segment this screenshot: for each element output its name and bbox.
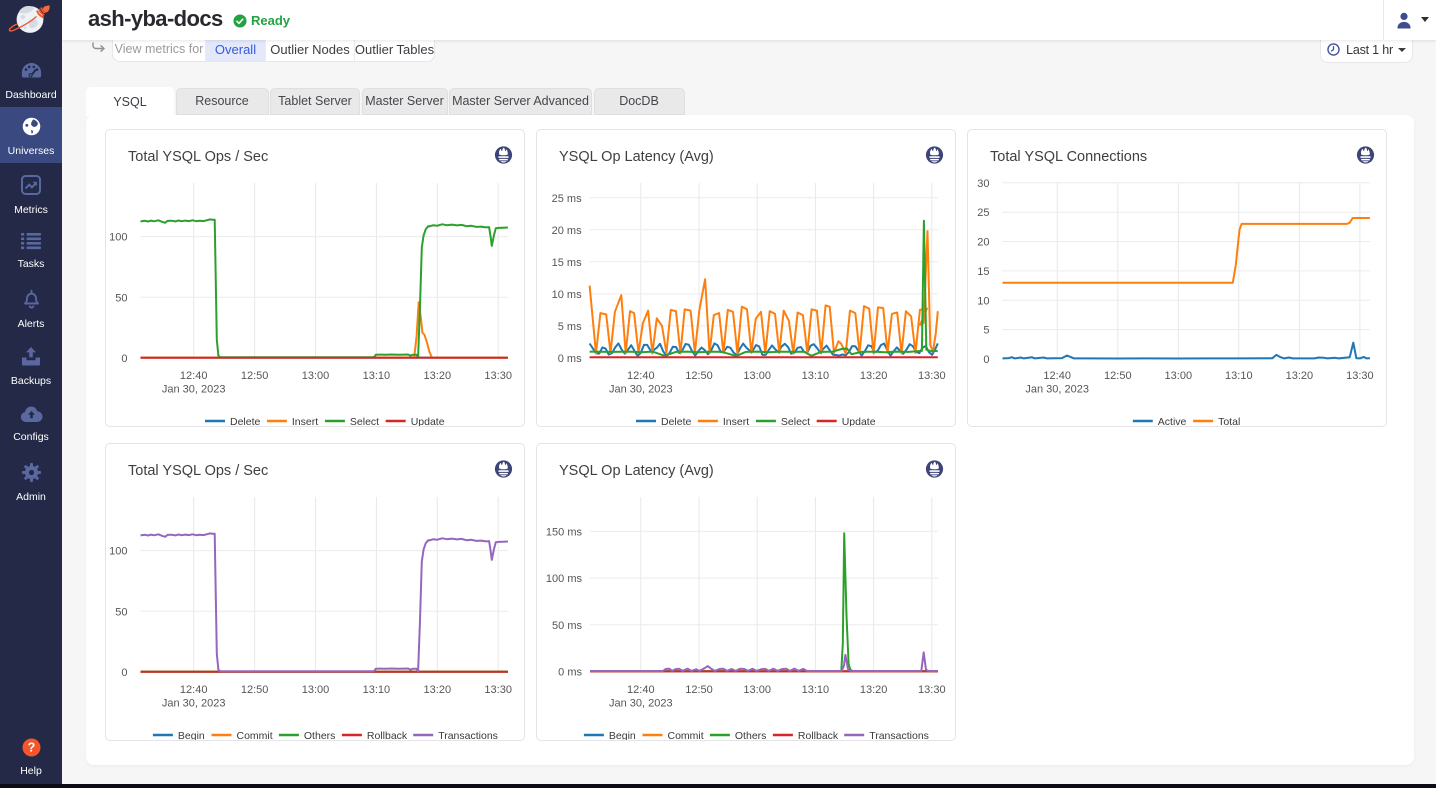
svg-text:Jan 30, 2023: Jan 30, 2023 bbox=[162, 698, 226, 710]
svg-text:13:30: 13:30 bbox=[484, 370, 512, 382]
svg-text:13:00: 13:00 bbox=[302, 684, 330, 696]
svg-text:12:50: 12:50 bbox=[1104, 370, 1132, 382]
svg-text:0: 0 bbox=[983, 354, 989, 366]
svg-text:12:40: 12:40 bbox=[180, 684, 208, 696]
svg-text:?: ? bbox=[27, 741, 35, 755]
svg-text:Transactions: Transactions bbox=[438, 730, 498, 740]
svg-text:20 ms: 20 ms bbox=[552, 225, 582, 237]
svg-text:Total: Total bbox=[1218, 416, 1240, 426]
svg-text:13:00: 13:00 bbox=[743, 370, 771, 382]
svg-text:13:00: 13:00 bbox=[743, 684, 771, 696]
svg-text:Begin: Begin bbox=[609, 730, 636, 740]
svg-text:YSQL Op Latency (Avg): YSQL Op Latency (Avg) bbox=[559, 463, 714, 479]
svg-text:13:10: 13:10 bbox=[1225, 370, 1253, 382]
svg-text:Total YSQL Ops / Sec: Total YSQL Ops / Sec bbox=[128, 463, 268, 479]
svg-text:12:40: 12:40 bbox=[1043, 370, 1071, 382]
svg-text:25 ms: 25 ms bbox=[552, 193, 582, 205]
svg-text:Delete: Delete bbox=[230, 416, 261, 426]
svg-text:13:30: 13:30 bbox=[918, 370, 946, 382]
svg-text:12:50: 12:50 bbox=[685, 684, 713, 696]
svg-text:13:20: 13:20 bbox=[860, 370, 888, 382]
svg-text:12:40: 12:40 bbox=[627, 370, 655, 382]
svg-text:12:50: 12:50 bbox=[685, 370, 713, 382]
svg-text:0: 0 bbox=[121, 667, 127, 679]
svg-text:25: 25 bbox=[977, 207, 989, 219]
svg-text:Select: Select bbox=[781, 416, 810, 426]
svg-text:Rollback: Rollback bbox=[367, 730, 408, 740]
svg-text:Jan 30, 2023: Jan 30, 2023 bbox=[609, 698, 673, 710]
svg-text:Total YSQL Ops / Sec: Total YSQL Ops / Sec bbox=[128, 149, 268, 165]
svg-text:13:30: 13:30 bbox=[484, 684, 512, 696]
svg-text:13:00: 13:00 bbox=[1165, 370, 1193, 382]
svg-text:Select: Select bbox=[350, 416, 379, 426]
svg-text:12:50: 12:50 bbox=[241, 684, 269, 696]
svg-text:0: 0 bbox=[121, 353, 127, 365]
svg-text:Rollback: Rollback bbox=[798, 730, 839, 740]
svg-text:Insert: Insert bbox=[723, 416, 749, 426]
svg-text:13:20: 13:20 bbox=[860, 684, 888, 696]
svg-text:0 ms: 0 ms bbox=[558, 667, 582, 679]
svg-text:Jan 30, 2023: Jan 30, 2023 bbox=[609, 384, 673, 396]
svg-text:Update: Update bbox=[411, 416, 445, 426]
svg-text:Begin: Begin bbox=[178, 730, 205, 740]
svg-text:Total YSQL Connections: Total YSQL Connections bbox=[990, 149, 1147, 165]
svg-text:13:10: 13:10 bbox=[363, 684, 391, 696]
svg-text:15: 15 bbox=[977, 266, 989, 278]
svg-text:5: 5 bbox=[983, 325, 989, 337]
svg-text:Update: Update bbox=[842, 416, 876, 426]
svg-text:50: 50 bbox=[115, 606, 127, 618]
svg-text:12:40: 12:40 bbox=[627, 684, 655, 696]
svg-text:13:10: 13:10 bbox=[802, 684, 830, 696]
svg-text:50 ms: 50 ms bbox=[552, 620, 582, 632]
svg-text:Commit: Commit bbox=[237, 730, 273, 740]
svg-text:Active: Active bbox=[1158, 416, 1187, 426]
svg-text:50: 50 bbox=[115, 292, 127, 304]
svg-text:Commit: Commit bbox=[668, 730, 704, 740]
svg-text:Others: Others bbox=[735, 730, 767, 740]
svg-text:13:10: 13:10 bbox=[802, 370, 830, 382]
svg-text:15 ms: 15 ms bbox=[552, 257, 582, 269]
svg-text:Transactions: Transactions bbox=[869, 730, 929, 740]
svg-text:Jan 30, 2023: Jan 30, 2023 bbox=[162, 384, 226, 396]
svg-text:150 ms: 150 ms bbox=[546, 526, 583, 538]
svg-text:Delete: Delete bbox=[661, 416, 692, 426]
svg-text:13:30: 13:30 bbox=[918, 684, 946, 696]
svg-text:100: 100 bbox=[109, 546, 127, 558]
svg-text:12:50: 12:50 bbox=[241, 370, 269, 382]
svg-text:13:20: 13:20 bbox=[424, 370, 452, 382]
svg-text:Others: Others bbox=[304, 730, 336, 740]
svg-text:5 ms: 5 ms bbox=[558, 321, 582, 333]
svg-text:0 ms: 0 ms bbox=[558, 353, 582, 365]
svg-text:13:00: 13:00 bbox=[302, 370, 330, 382]
svg-text:13:20: 13:20 bbox=[1286, 370, 1314, 382]
svg-text:13:10: 13:10 bbox=[363, 370, 391, 382]
svg-text:13:30: 13:30 bbox=[1346, 370, 1374, 382]
svg-text:30: 30 bbox=[977, 178, 989, 190]
svg-text:13:20: 13:20 bbox=[424, 684, 452, 696]
svg-text:20: 20 bbox=[977, 237, 989, 249]
svg-text:Jan 30, 2023: Jan 30, 2023 bbox=[1025, 384, 1089, 396]
svg-text:Insert: Insert bbox=[292, 416, 318, 426]
svg-text:10 ms: 10 ms bbox=[552, 289, 582, 301]
svg-text:10: 10 bbox=[977, 295, 989, 307]
svg-text:12:40: 12:40 bbox=[180, 370, 208, 382]
svg-text:100 ms: 100 ms bbox=[546, 573, 583, 585]
svg-text:100: 100 bbox=[109, 232, 127, 244]
svg-text:YSQL Op Latency (Avg): YSQL Op Latency (Avg) bbox=[559, 149, 714, 165]
